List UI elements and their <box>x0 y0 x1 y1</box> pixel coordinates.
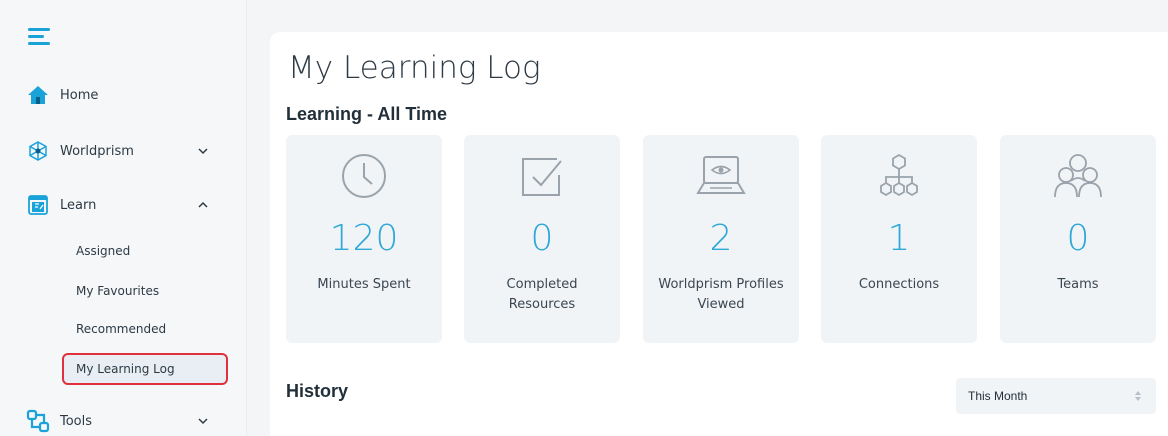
sidebar-subitem-my-learning-log[interactable]: My Learning Log <box>62 353 228 385</box>
hierarchy-icon <box>821 151 977 201</box>
team-icon <box>1000 151 1156 201</box>
sidebar-item-learn[interactable]: Learn <box>26 190 226 220</box>
home-icon <box>26 83 50 107</box>
stat-label: Connections <box>858 277 940 292</box>
menu-icon[interactable] <box>28 28 50 46</box>
stat-card-completed: 0 Completed Resources <box>464 135 620 343</box>
stat-value: 120 <box>329 218 399 259</box>
section-title: Learning - All Time <box>286 104 448 124</box>
history-period-select[interactable]: This Month <box>956 378 1156 414</box>
sidebar-item-tools[interactable]: Tools <box>26 406 226 436</box>
sidebar-item-label: Learn <box>60 197 97 213</box>
checkbox-icon <box>464 151 620 201</box>
stat-label: Minutes Spent <box>317 277 411 292</box>
sidebar-item-worldprism[interactable]: Worldprism <box>26 136 226 166</box>
chevron-down-icon[interactable] <box>196 144 210 158</box>
select-value: This Month <box>968 389 1028 403</box>
stat-value: 1 <box>887 218 911 259</box>
stat-label: Completed Resources <box>506 277 578 312</box>
stat-card-teams: 0 Teams <box>1000 135 1156 343</box>
history-title: History <box>286 381 349 401</box>
sidebar-item-home[interactable]: Home <box>26 80 226 110</box>
worldprism-icon <box>26 139 50 163</box>
stat-card-minutes: 120 Minutes Spent <box>286 135 442 343</box>
sidebar-item-label: Home <box>60 87 99 103</box>
main-content: My Learning Log Learning - All Time 120 … <box>270 32 1168 436</box>
sidebar-subitem-assigned[interactable]: Assigned <box>62 237 228 265</box>
stat-value: 2 <box>709 218 733 259</box>
tools-icon <box>26 409 50 433</box>
clock-icon <box>286 151 442 201</box>
learn-icon <box>26 193 50 217</box>
select-arrows-icon <box>1135 391 1141 401</box>
page-title: My Learning Log <box>288 50 541 86</box>
sidebar-subitem-my-favourites[interactable]: My Favourites <box>62 277 228 305</box>
sidebar-item-label: Worldprism <box>60 143 134 159</box>
stat-label: Worldprism Profiles Viewed <box>658 277 784 312</box>
stat-value: 0 <box>1066 218 1090 259</box>
stat-card-profiles-viewed: 2 Worldprism Profiles Viewed <box>643 135 799 343</box>
stat-value: 0 <box>530 218 554 259</box>
sidebar-item-label: Tools <box>60 413 93 429</box>
chevron-up-icon[interactable] <box>196 198 210 212</box>
sidebar-divider <box>246 0 247 436</box>
chevron-down-icon[interactable] <box>196 414 210 428</box>
laptop-eye-icon <box>643 151 799 201</box>
sidebar: Home Worldprism Learn Assigned My Favour… <box>0 0 246 436</box>
sidebar-subitem-recommended[interactable]: Recommended <box>62 315 228 343</box>
stats-row: 120 Minutes Spent 0 Completed Resources <box>286 135 1161 343</box>
stat-card-connections: 1 Connections <box>821 135 977 343</box>
stat-label: Teams <box>1057 277 1099 292</box>
